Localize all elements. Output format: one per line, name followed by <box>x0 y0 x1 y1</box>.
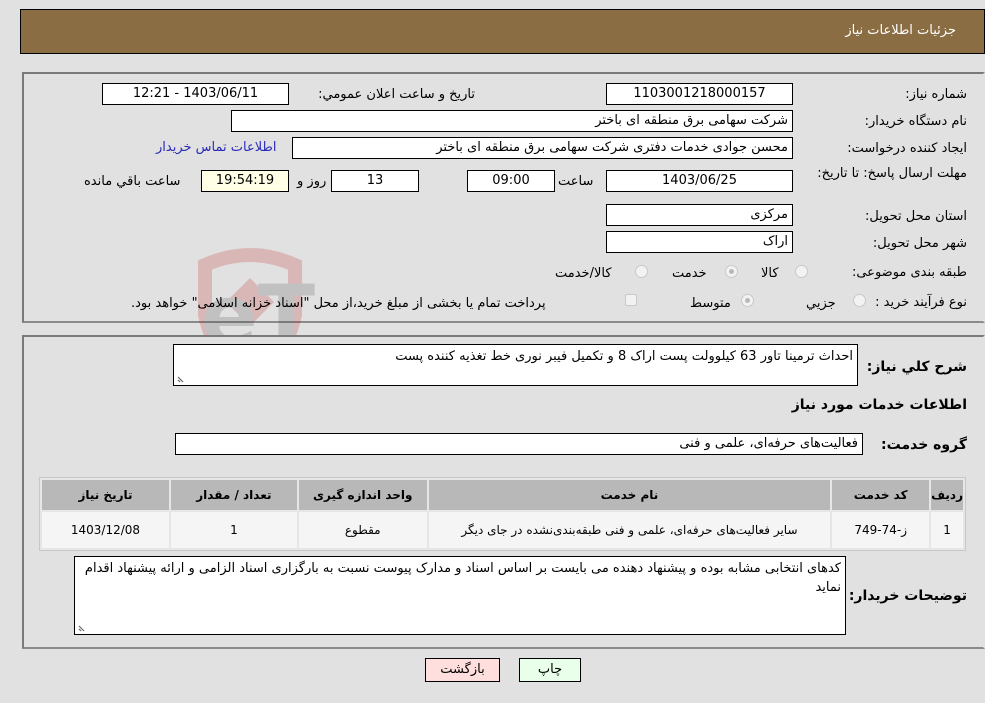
remaining-time-field: 19:54:19 <box>201 170 289 192</box>
col-header-unit: واحد اندازه گیری <box>298 480 427 510</box>
table-header-row: ردیف کد خدمت نام خدمت واحد اندازه گیری ت… <box>42 480 963 510</box>
buyer-notes-field[interactable]: کدهای انتخابی مشابه بوده و پیشنهاد دهنده… <box>74 556 846 635</box>
remaining-time-label: ساعت باقي مانده <box>84 174 181 189</box>
cell-service-name: سایر فعالیت‌های حرفه‌ای، علمی و فنی طبقه… <box>428 512 831 548</box>
cell-unit: مقطوع <box>298 512 427 548</box>
col-header-quantity: تعداد / مقدار <box>170 480 297 510</box>
category-radio-service[interactable] <box>725 265 738 278</box>
buyer-org-label: نام دستگاه خريدار: <box>864 114 967 129</box>
need-number-label: شماره نیاز: <box>905 87 967 102</box>
requester-field: محسن جوادی خدمات دفتری شرکت سهامی برق من… <box>292 137 793 159</box>
back-button[interactable]: بازگشت <box>425 658 500 682</box>
general-description-label: شرح كلي نياز: <box>866 359 967 375</box>
deadline-time-field: 09:00 <box>467 170 555 192</box>
category-option-service: خدمت <box>672 266 707 281</box>
resize-grip-icon[interactable] <box>78 624 86 632</box>
buyer-notes-label: توضیحات خریدار: <box>848 588 967 604</box>
buyer-org-field: شرکت سهامی برق منطقه ای باختر <box>231 110 793 132</box>
deadline-date-field: 1403/06/25 <box>606 170 793 192</box>
purchase-option-minor: جزيي <box>806 296 836 311</box>
cell-service-code: ز-74-749 <box>832 512 930 548</box>
buyer-contact-link[interactable]: اطلاعات تماس خريدار <box>156 140 276 155</box>
deadline-time-label: ساعت <box>558 174 594 189</box>
page-header: جزئیات اطلاعات نیاز <box>20 9 985 54</box>
col-header-need-date: تاریخ نیاز <box>42 480 169 510</box>
requester-label: ایجاد کننده درخواست: <box>847 141 967 156</box>
general-description-field[interactable]: احداث ترمینا تاور 63 کیلوولت پست اراک 8 … <box>173 344 858 386</box>
col-header-row-number: ردیف <box>931 480 963 510</box>
city-field: اراک <box>606 231 793 253</box>
category-radio-goods[interactable] <box>795 265 808 278</box>
category-option-goods-service: کالا/خدمت <box>555 266 612 281</box>
category-radio-goods-service[interactable] <box>635 265 648 278</box>
service-group-label: گروه خدمت: <box>881 437 967 453</box>
need-number-field: 1103001218000157 <box>606 83 793 105</box>
purchase-type-label: نوع فرآیند خرید : <box>875 295 967 310</box>
province-field: مرکزی <box>606 204 793 226</box>
announce-datetime-label: تاریخ و ساعت اعلان عمومي: <box>318 87 475 102</box>
cell-quantity: 1 <box>170 512 297 548</box>
category-option-goods: کالا <box>761 266 779 281</box>
service-group-field: فعالیت‌های حرفه‌ای، علمی و فنی <box>175 433 863 455</box>
announce-datetime-field: 1403/06/11 - 12:21 <box>102 83 289 105</box>
treasury-checkbox[interactable] <box>625 294 637 306</box>
general-description-text: احداث ترمینا تاور 63 کیلوولت پست اراک 8 … <box>395 349 853 364</box>
cell-row-number: 1 <box>931 512 963 548</box>
days-label: روز و <box>297 174 327 189</box>
resize-grip-icon[interactable] <box>177 375 185 383</box>
purchase-option-medium: متوسط <box>690 296 731 311</box>
city-label: شهر محل تحویل: <box>872 236 967 251</box>
print-button[interactable]: چاپ <box>519 658 581 682</box>
services-section-title: اطلاعات خدمات مورد نياز <box>791 397 967 413</box>
cell-need-date: 1403/12/08 <box>42 512 169 548</box>
services-table: ردیف کد خدمت نام خدمت واحد اندازه گیری ت… <box>39 477 966 551</box>
treasury-note: پرداخت تمام یا بخشی از مبلغ خرید،از محل … <box>131 296 546 311</box>
col-header-service-code: کد خدمت <box>832 480 930 510</box>
purchase-radio-medium[interactable] <box>741 294 754 307</box>
province-label: استان محل تحویل: <box>865 209 967 224</box>
remaining-days-field: 13 <box>331 170 419 192</box>
category-label: طبقه بندی موضوعی: <box>851 265 967 280</box>
page-title: جزئیات اطلاعات نیاز <box>845 23 956 38</box>
col-header-service-name: نام خدمت <box>428 480 831 510</box>
table-row: 1 ز-74-749 سایر فعالیت‌های حرفه‌ای، علمی… <box>42 512 963 548</box>
deadline-label: مهلت ارسال پاسخ: تا تاریخ: <box>817 166 967 181</box>
purchase-radio-minor[interactable] <box>853 294 866 307</box>
buyer-notes-text: کدهای انتخابی مشابه بوده و پیشنهاد دهنده… <box>84 561 841 595</box>
